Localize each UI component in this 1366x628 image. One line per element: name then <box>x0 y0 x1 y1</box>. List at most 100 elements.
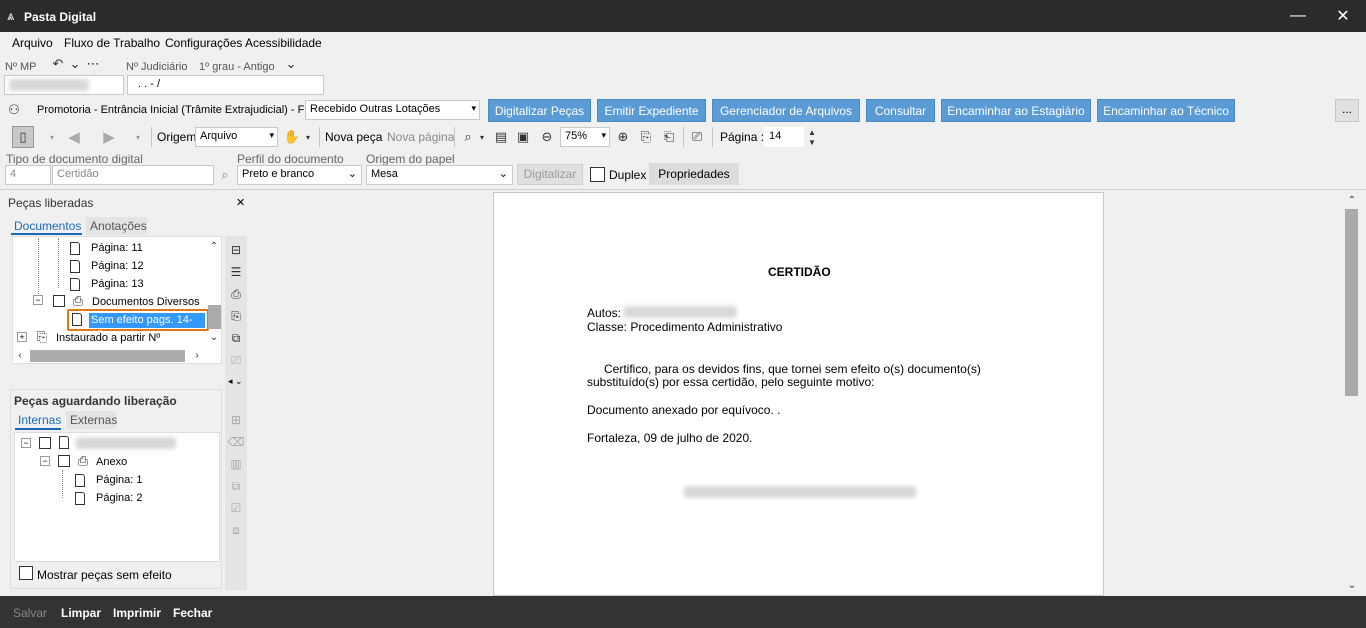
menu-fluxo-de-trabalho[interactable]: Fluxo de Trabalho <box>64 36 160 50</box>
fechar-button[interactable]: Fechar <box>173 606 212 620</box>
tipo-code-input[interactable]: 4 <box>5 165 51 185</box>
tree-checkbox[interactable] <box>58 455 70 467</box>
zoom-in-icon[interactable]: ⊕ <box>615 127 631 147</box>
scroll-down-icon[interactable]: ⌄ <box>208 331 220 343</box>
page-up-icon[interactable]: ▲ <box>806 127 818 137</box>
gerenciador-arquivos-button[interactable]: Gerenciador de Arquivos <box>712 99 860 122</box>
close-panel-button[interactable]: ✕ <box>236 196 245 209</box>
vertical-scrollbar-thumb[interactable] <box>208 305 221 329</box>
limpar-button[interactable]: Limpar <box>61 606 101 620</box>
tree-item-anexo[interactable]: Anexo <box>96 456 127 468</box>
viewer-scrollbar-thumb[interactable] <box>1345 209 1358 396</box>
tree-item-pagina-2[interactable]: Página: 2 <box>96 492 142 504</box>
show-ineffective-checkbox[interactable] <box>19 566 33 580</box>
tab-internas[interactable]: Internas <box>18 413 61 427</box>
chevron-down-icon[interactable]: ⌄ <box>69 56 81 71</box>
fit-width-icon[interactable]: ▤ <box>493 127 509 147</box>
origem-papel-label: Origem do papel <box>366 152 455 166</box>
tipo-value-input[interactable]: Certidão <box>52 165 214 185</box>
copy-icon[interactable]: ⧉ <box>227 329 245 347</box>
scroll-up-icon[interactable]: ⌃ <box>1345 194 1359 206</box>
chevron-down-icon[interactable]: ▾ <box>132 128 144 146</box>
encaminhar-estagiario-button[interactable]: Encaminhar ao Estagiário <box>941 99 1091 122</box>
horizontal-scrollbar-thumb[interactable] <box>30 350 185 362</box>
menu-acessibilidade[interactable]: Acessibilidade <box>245 36 322 50</box>
imprimir-button[interactable]: Imprimir <box>113 606 161 620</box>
tree-item-instaurado[interactable]: Instaurado a partir Nº <box>56 332 160 344</box>
page-flag-icon[interactable]: ⎚ <box>688 127 706 147</box>
tab-documentos[interactable]: Documentos <box>14 219 81 233</box>
origem-papel-select[interactable]: Mesa ⌄ <box>366 165 513 185</box>
tree-item-pagina-11[interactable]: Página: 11 <box>70 239 143 257</box>
rotate-left-icon[interactable]: ⎘ <box>637 127 655 147</box>
collapse-icon[interactable]: − <box>40 456 50 466</box>
scroll-up-icon[interactable]: ⌃ <box>208 240 220 252</box>
tree-item-pagina-1[interactable]: Página: 1 <box>96 474 142 486</box>
tree-item-documentos-diversos[interactable]: Documentos Diversos <box>92 296 200 308</box>
digitalizar-button[interactable]: Digitalizar <box>517 164 583 185</box>
judicial-input[interactable]: . . - / <box>127 75 324 95</box>
propriedades-button[interactable]: Propriedades <box>649 163 739 185</box>
duplicate-icon[interactable]: ⧉ <box>227 477 245 495</box>
chevron-down-icon[interactable]: ▾ <box>477 128 487 146</box>
nova-peca-button[interactable]: Nova peça <box>325 130 382 144</box>
page-select-icon[interactable]: ▯ <box>12 126 34 148</box>
emitir-expediente-button[interactable]: Emitir Expediente <box>597 99 706 122</box>
menu-configuracoes[interactable]: Configurações <box>165 36 242 50</box>
fila-select[interactable]: Recebido Outras Lotações ▾ <box>305 100 480 120</box>
tree-view-icon[interactable]: ⊟ <box>227 241 245 259</box>
tree-checkbox[interactable] <box>39 437 51 449</box>
chevron-down-icon[interactable]: ▾ <box>46 128 58 146</box>
add-document-icon[interactable]: ⊞ <box>227 411 245 429</box>
more-options-button[interactable]: ... <box>1335 99 1359 122</box>
tree-item-sem-efeito-selected[interactable]: Sem efeito pags. 14-15 <box>67 309 209 341</box>
undo-icon[interactable]: ↶ <box>52 56 64 71</box>
rotate-right-icon[interactable]: ⎗ <box>660 127 678 147</box>
fit-page-icon[interactable]: ▣ <box>515 127 531 147</box>
document-remove-icon[interactable]: ⎘ <box>227 307 245 325</box>
document-search-icon[interactable]: ⎙ <box>227 285 245 303</box>
instance-dropdown-icon[interactable]: ⌄ <box>285 56 297 71</box>
minimize-button[interactable]: — <box>1275 0 1321 32</box>
tree-item-pagina-12[interactable]: Página: 12 <box>70 257 144 275</box>
more-icon[interactable]: ⋯ <box>86 56 100 71</box>
chevron-down-icon[interactable]: ▾ <box>303 128 313 146</box>
search-icon[interactable]: ⌕ <box>460 127 476 147</box>
scroll-left-icon[interactable]: ‹ <box>14 349 26 361</box>
move-document-icon[interactable]: ⧈ <box>227 521 245 539</box>
scroll-down-icon[interactable]: ⌄ <box>1345 579 1359 591</box>
list-view-icon[interactable]: ☰ <box>227 263 245 281</box>
close-button[interactable]: ✕ <box>1320 0 1366 32</box>
tab-externas[interactable]: Externas <box>66 411 117 429</box>
encaminhar-tecnico-button[interactable]: Encaminhar ao Técnico <box>1097 99 1235 122</box>
mp-input[interactable] <box>4 75 124 95</box>
expand-icon[interactable]: + <box>17 332 27 342</box>
zoom-out-icon[interactable]: ⊖ <box>539 127 555 147</box>
page-down-icon[interactable]: ▼ <box>806 137 818 147</box>
menu-arquivo[interactable]: Arquivo <box>12 36 53 50</box>
duplex-checkbox[interactable] <box>590 167 605 182</box>
tree-item-pagina-13[interactable]: Página: 13 <box>70 275 144 293</box>
trash-icon[interactable]: ▥ <box>227 455 245 473</box>
origem-select[interactable]: Arquivo ▾ <box>195 127 278 147</box>
collapse-icon[interactable]: − <box>33 295 43 305</box>
pagina-input[interactable]: 14 <box>764 127 804 147</box>
consultar-button[interactable]: Consultar <box>866 99 935 122</box>
hand-tool-icon[interactable]: ✋ <box>284 127 300 147</box>
collapse-icon[interactable]: − <box>21 438 31 448</box>
tab-anotacoes[interactable]: Anotações <box>86 217 147 235</box>
nova-pagina-button[interactable]: Nova página <box>387 130 454 144</box>
salvar-button[interactable]: Salvar <box>13 606 47 620</box>
perfil-select[interactable]: Preto e branco ⌄ <box>237 165 362 185</box>
lock-document-icon[interactable]: ⎚ <box>227 351 245 369</box>
next-page-icon[interactable]: ▶ <box>99 127 119 147</box>
previous-page-icon[interactable]: ◀ <box>64 127 84 147</box>
check-document-icon[interactable]: ☑ <box>227 499 245 517</box>
zoom-select[interactable]: 75% ▾ <box>560 127 610 147</box>
erase-icon[interactable]: ⌫ <box>227 433 245 451</box>
expand-collapse-icon[interactable]: ◂ ⌄ <box>228 376 243 387</box>
digitalizar-pecas-button[interactable]: Digitalizar Peças <box>488 99 591 122</box>
tree-checkbox[interactable] <box>53 295 65 307</box>
scroll-right-icon[interactable]: › <box>191 349 203 361</box>
search-icon[interactable]: ⌕ <box>216 165 234 185</box>
